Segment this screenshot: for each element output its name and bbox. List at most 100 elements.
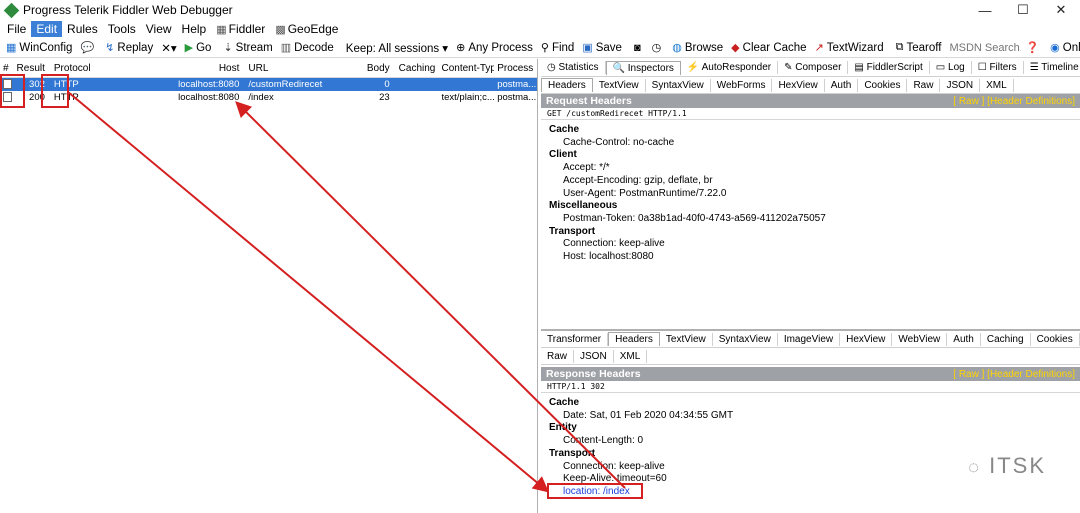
col-host[interactable]: Host	[116, 63, 246, 74]
resp-tab-cookies[interactable]: Cookies	[1031, 332, 1080, 346]
browser-icon: ◍	[672, 42, 682, 54]
any-process-button[interactable]: ⊕ Any Process	[452, 41, 537, 55]
request-line: GET /customRedirecet HTTP/1.1	[541, 108, 1080, 120]
header-value[interactable]: Accept: */*	[549, 162, 1080, 175]
tab-log[interactable]: ▭ Log	[930, 61, 972, 74]
replay-button[interactable]: ↯ Replay	[101, 41, 157, 55]
menu-file[interactable]: File	[2, 21, 31, 37]
header-value[interactable]: User-Agent: PostmanRuntime/7.22.0	[549, 188, 1080, 201]
tab-composer[interactable]: ✎ Composer	[778, 61, 849, 74]
req-tab-xml[interactable]: XML	[980, 78, 1014, 92]
col-process[interactable]: Process	[494, 63, 537, 74]
stream-button[interactable]: ⇣ Stream	[219, 41, 276, 55]
screenshot-button[interactable]: ◙	[630, 42, 648, 54]
tab-fiddlerscript[interactable]: ▤ FiddlerScript	[848, 61, 930, 74]
resp-tab-textview[interactable]: TextView	[660, 332, 713, 346]
resp-tab-webview[interactable]: WebView	[892, 332, 948, 346]
save-icon: ▣	[582, 42, 593, 54]
find-button[interactable]: ⚲ Find	[537, 41, 578, 55]
session-process: postma...	[497, 92, 537, 103]
req-tab-webforms[interactable]: WebForms	[711, 78, 773, 92]
resp-tab-raw[interactable]: Raw	[541, 349, 575, 363]
resp-tab-json[interactable]: JSON	[574, 349, 614, 363]
header-links[interactable]: [ Raw ] [Header Definitions]	[953, 96, 1075, 107]
req-tab-textview[interactable]: TextView	[593, 78, 646, 92]
tab-filters[interactable]: ☐ Filters	[972, 61, 1024, 74]
header-value[interactable]: Connection: keep-alive	[549, 238, 1080, 251]
col-number[interactable]: #	[0, 63, 13, 74]
header-value[interactable]: Content-Length: 0	[549, 435, 1080, 448]
help-button[interactable]: ❓	[1021, 41, 1046, 54]
browse-button[interactable]: ◍ Browse	[668, 41, 727, 55]
req-tab-json[interactable]: JSON	[940, 78, 981, 92]
online-icon: ◉	[1050, 42, 1060, 54]
header-value[interactable]: Host: localhost:8080	[549, 251, 1080, 264]
tab-inspectors[interactable]: 🔍 Inspectors	[605, 60, 681, 75]
req-tab-cookies[interactable]: Cookies	[858, 78, 908, 92]
title-bar: Progress Telerik Fiddler Web Debugger — …	[0, 0, 1080, 20]
resp-tab-imageview[interactable]: ImageView	[778, 332, 841, 346]
windows-logo-icon: ▦	[6, 42, 17, 54]
header-value[interactable]: Cache-Control: no-cache	[549, 137, 1080, 150]
textwizard-label: TextWizard	[826, 41, 884, 54]
header-links[interactable]: [ Raw ] [Header Definitions]	[953, 369, 1075, 380]
tearoff-icon: ⧉	[895, 41, 904, 53]
tab-inspectors-label: Inspectors	[627, 62, 674, 74]
tab-autoresponder[interactable]: ⚡ AutoResponder	[681, 61, 779, 74]
textwizard-button[interactable]: ↗ TextWizard	[811, 41, 888, 55]
go-button[interactable]: ▶ Go	[181, 41, 216, 55]
menu-edit[interactable]: Edit	[31, 21, 63, 37]
req-tab-syntaxview[interactable]: SyntaxView	[646, 78, 711, 92]
response-area: Transformer Headers TextView SyntaxView …	[541, 329, 1080, 513]
tearoff-button[interactable]: ⧉ Tearoff	[892, 41, 946, 54]
tab-statistics[interactable]: ◷ Statistics	[541, 61, 606, 74]
header-value[interactable]: Postman-Token: 0a38b1ad-40f0-4743-a569-4…	[549, 213, 1080, 226]
resp-tab-syntaxview[interactable]: SyntaxView	[713, 332, 778, 346]
header-group: Cache	[549, 124, 580, 135]
col-url[interactable]: URL	[245, 63, 349, 74]
col-caching[interactable]: Caching	[396, 63, 439, 74]
maximize-button[interactable]: ☐	[1004, 2, 1042, 18]
col-content-type[interactable]: Content-Type	[438, 63, 494, 74]
col-body[interactable]: Body	[349, 63, 396, 74]
req-tab-headers[interactable]: Headers	[541, 78, 593, 92]
resp-tab-transformer[interactable]: Transformer	[541, 332, 609, 346]
online-button[interactable]: ◉Online	[1046, 41, 1080, 55]
winconfig-button[interactable]: ▦ WinConfig	[2, 41, 76, 55]
menu-fiddler[interactable]: ▦ Fiddler	[211, 21, 270, 37]
resp-tab-hexview[interactable]: HexView	[840, 332, 893, 346]
col-result[interactable]: Result	[13, 63, 51, 74]
header-value[interactable]: Date: Sat, 01 Feb 2020 04:34:55 GMT	[549, 410, 1080, 423]
resp-tab-auth[interactable]: Auth	[947, 332, 981, 346]
any-process-label: Any Process	[468, 41, 533, 54]
comment-button[interactable]: 💬	[76, 41, 101, 54]
close-button[interactable]: ✕	[1042, 2, 1080, 18]
session-row[interactable]: 2 200 HTTP localhost:8080 /index 23 text…	[0, 91, 537, 104]
fiddler-logo-icon	[3, 2, 20, 18]
req-tab-hexview[interactable]: HexView	[772, 78, 825, 92]
remove-button[interactable]: ✕▾	[157, 41, 180, 55]
col-protocol[interactable]: Protocol	[51, 63, 116, 74]
session-row[interactable]: 1 302 HTTP localhost:8080 /customRedirec…	[0, 78, 537, 91]
decode-button[interactable]: ▥ Decode	[277, 41, 338, 55]
resp-tab-caching[interactable]: Caching	[981, 332, 1031, 346]
msdn-search-input[interactable]	[949, 41, 1022, 54]
menu-view[interactable]: View	[141, 21, 177, 37]
sessions-list: # Result Protocol Host URL Body Caching …	[0, 59, 538, 513]
menu-geoedge[interactable]: ▩ GeoEdge	[270, 21, 343, 37]
menu-tools[interactable]: Tools	[103, 21, 141, 37]
timer-button[interactable]: ◷	[648, 41, 669, 54]
menu-rules[interactable]: Rules	[62, 21, 103, 37]
header-value[interactable]: Accept-Encoding: gzip, deflate, br	[549, 175, 1080, 188]
minimize-button[interactable]: —	[966, 3, 1004, 18]
resp-tab-xml[interactable]: XML	[614, 349, 648, 363]
resp-tab-headers[interactable]: Headers	[608, 332, 660, 346]
save-button[interactable]: ▣ Save	[578, 41, 626, 55]
location-header-value[interactable]: location: /index	[549, 486, 1080, 499]
menu-help[interactable]: Help	[177, 21, 212, 37]
req-tab-auth[interactable]: Auth	[825, 78, 859, 92]
keep-sessions-dropdown[interactable]: Keep: All sessions ▾	[342, 41, 452, 55]
tab-timeline[interactable]: ☰ Timeline	[1024, 61, 1080, 74]
req-tab-raw[interactable]: Raw	[907, 78, 941, 92]
clear-cache-button[interactable]: ◆ Clear Cache	[727, 41, 810, 55]
